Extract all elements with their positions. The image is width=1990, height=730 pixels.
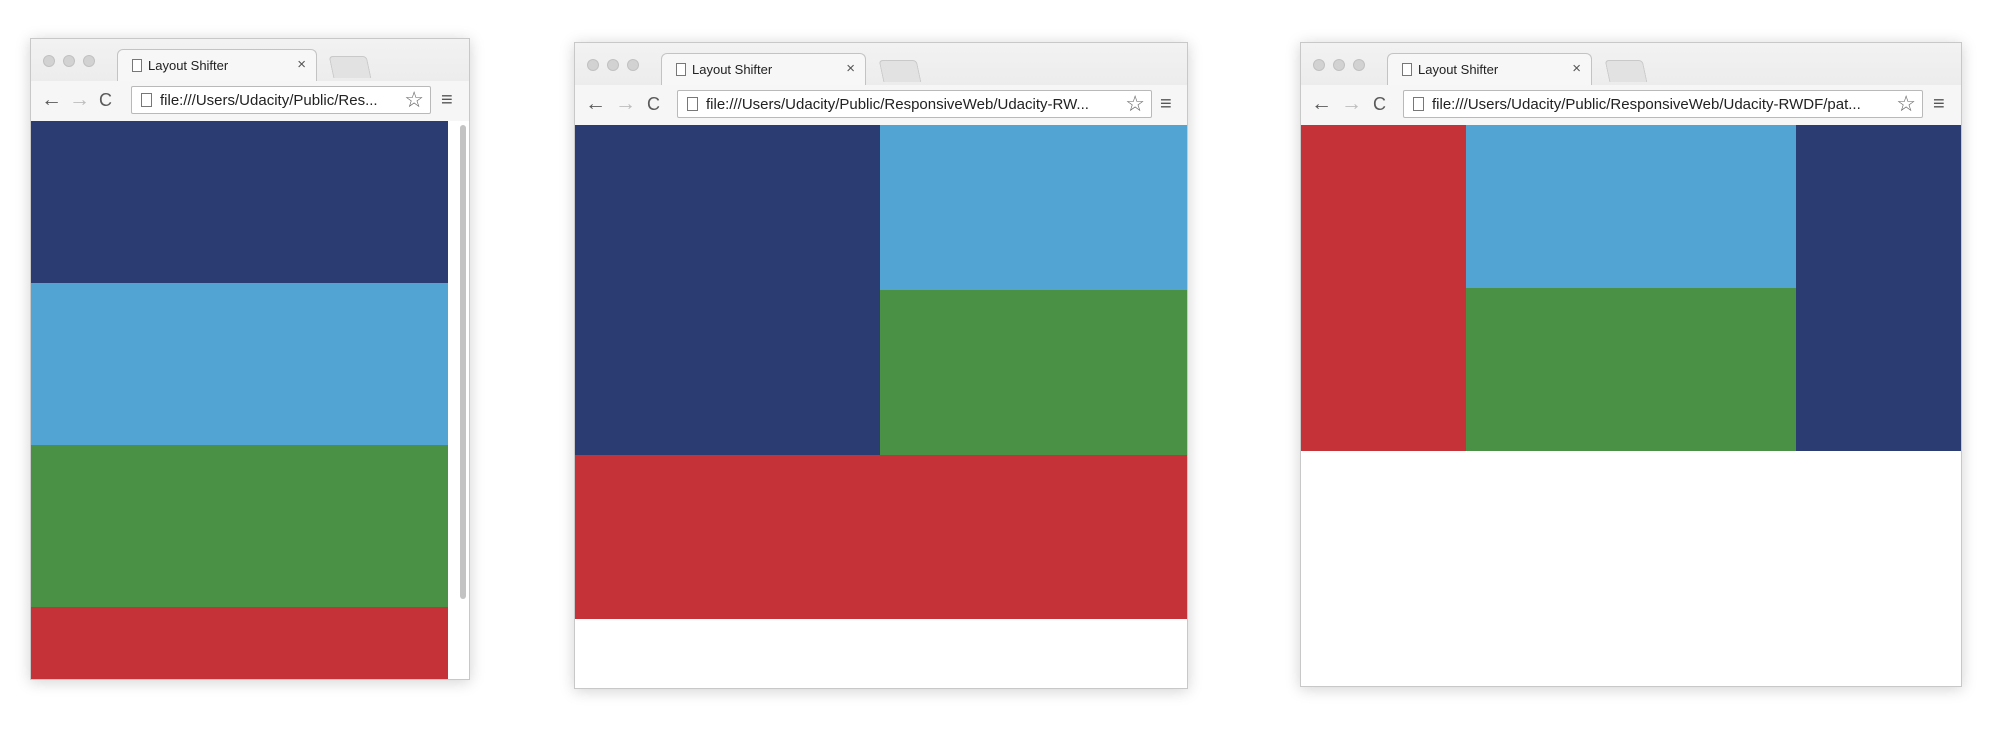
zoom-window-dot[interactable]	[1353, 59, 1365, 71]
browser-chrome: Layout Shifter × ← → C file:///Users/Uda…	[31, 39, 469, 122]
tab-title: Layout Shifter	[1418, 62, 1499, 77]
tab-close-icon[interactable]: ×	[846, 60, 855, 77]
address-bar[interactable]: file:///Users/Udacity/Public/ResponsiveW…	[1403, 90, 1923, 118]
document-icon	[676, 63, 686, 76]
forward-arrow-icon[interactable]: →	[1341, 91, 1362, 117]
light-blue-box	[31, 283, 448, 445]
close-window-dot[interactable]	[43, 55, 55, 67]
scrollbar[interactable]	[460, 125, 466, 599]
green-box	[31, 445, 448, 607]
document-icon	[141, 93, 152, 107]
bookmark-star-icon[interactable]: ☆	[404, 87, 424, 113]
red-box	[1301, 125, 1466, 451]
url-text: file:///Users/Udacity/Public/ResponsiveW…	[1432, 96, 1861, 113]
back-arrow-icon[interactable]: ←	[41, 87, 62, 113]
toolbar: ← → C file:///Users/Udacity/Public/Respo…	[575, 85, 1187, 125]
forward-arrow-icon[interactable]: →	[69, 87, 90, 113]
new-tab-button[interactable]	[878, 60, 922, 82]
document-icon	[132, 59, 142, 72]
tab-close-icon[interactable]: ×	[1572, 60, 1581, 77]
new-tab-button[interactable]	[328, 56, 372, 78]
document-icon	[1402, 63, 1412, 76]
tab-title: Layout Shifter	[148, 58, 229, 73]
zoom-window-dot[interactable]	[83, 55, 95, 67]
menu-icon[interactable]: ≡	[441, 89, 453, 111]
toolbar: ← → C file:///Users/Udacity/Public/Respo…	[1301, 85, 1961, 125]
minimize-window-dot[interactable]	[1333, 59, 1345, 71]
tab-layout-shifter[interactable]: Layout Shifter ×	[117, 49, 317, 81]
minimize-window-dot[interactable]	[63, 55, 75, 67]
browser-window-2: Layout Shifter × ← → C file:///Users/Uda…	[574, 42, 1188, 689]
address-bar[interactable]: file:///Users/Udacity/Public/ResponsiveW…	[677, 90, 1152, 118]
tab-strip: Layout Shifter ×	[31, 39, 469, 81]
tab-title: Layout Shifter	[692, 62, 773, 77]
tab-strip: Layout Shifter ×	[1301, 43, 1961, 85]
browser-chrome: Layout Shifter × ← → C file:///Users/Uda…	[575, 43, 1187, 126]
reload-icon[interactable]: C	[1373, 91, 1386, 117]
green-box	[1466, 288, 1796, 451]
reload-icon[interactable]: C	[99, 87, 112, 113]
red-box	[31, 607, 448, 679]
forward-arrow-icon[interactable]: →	[615, 91, 636, 117]
url-text: file:///Users/Udacity/Public/Res...	[160, 92, 378, 109]
document-icon	[687, 97, 698, 111]
dark-blue-box	[575, 125, 880, 455]
document-icon	[1413, 97, 1424, 111]
menu-icon[interactable]: ≡	[1933, 93, 1945, 115]
page-viewport	[31, 121, 469, 679]
browser-window-3: Layout Shifter × ← → C file:///Users/Uda…	[1300, 42, 1962, 687]
zoom-window-dot[interactable]	[627, 59, 639, 71]
tab-layout-shifter[interactable]: Layout Shifter ×	[661, 53, 866, 85]
green-box	[880, 290, 1187, 455]
tab-layout-shifter[interactable]: Layout Shifter ×	[1387, 53, 1592, 85]
back-arrow-icon[interactable]: ←	[1311, 91, 1332, 117]
bookmark-star-icon[interactable]: ☆	[1125, 91, 1145, 117]
toolbar: ← → C file:///Users/Udacity/Public/Res..…	[31, 81, 469, 121]
light-blue-box	[880, 125, 1187, 290]
url-text: file:///Users/Udacity/Public/ResponsiveW…	[706, 96, 1089, 113]
page-viewport	[575, 125, 1187, 688]
tab-close-icon[interactable]: ×	[297, 56, 306, 73]
new-tab-button[interactable]	[1604, 60, 1648, 82]
light-blue-box	[1466, 125, 1796, 288]
browser-window-1: Layout Shifter × ← → C file:///Users/Uda…	[30, 38, 470, 680]
dark-blue-box	[31, 121, 448, 283]
close-window-dot[interactable]	[1313, 59, 1325, 71]
minimize-window-dot[interactable]	[607, 59, 619, 71]
dark-blue-box	[1796, 125, 1961, 451]
reload-icon[interactable]: C	[647, 91, 660, 117]
browser-chrome: Layout Shifter × ← → C file:///Users/Uda…	[1301, 43, 1961, 126]
page-viewport	[1301, 125, 1961, 686]
close-window-dot[interactable]	[587, 59, 599, 71]
menu-icon[interactable]: ≡	[1160, 93, 1172, 115]
address-bar[interactable]: file:///Users/Udacity/Public/Res... ☆	[131, 86, 431, 114]
tab-strip: Layout Shifter ×	[575, 43, 1187, 85]
red-box	[575, 455, 1187, 619]
bookmark-star-icon[interactable]: ☆	[1896, 91, 1916, 117]
back-arrow-icon[interactable]: ←	[585, 91, 606, 117]
